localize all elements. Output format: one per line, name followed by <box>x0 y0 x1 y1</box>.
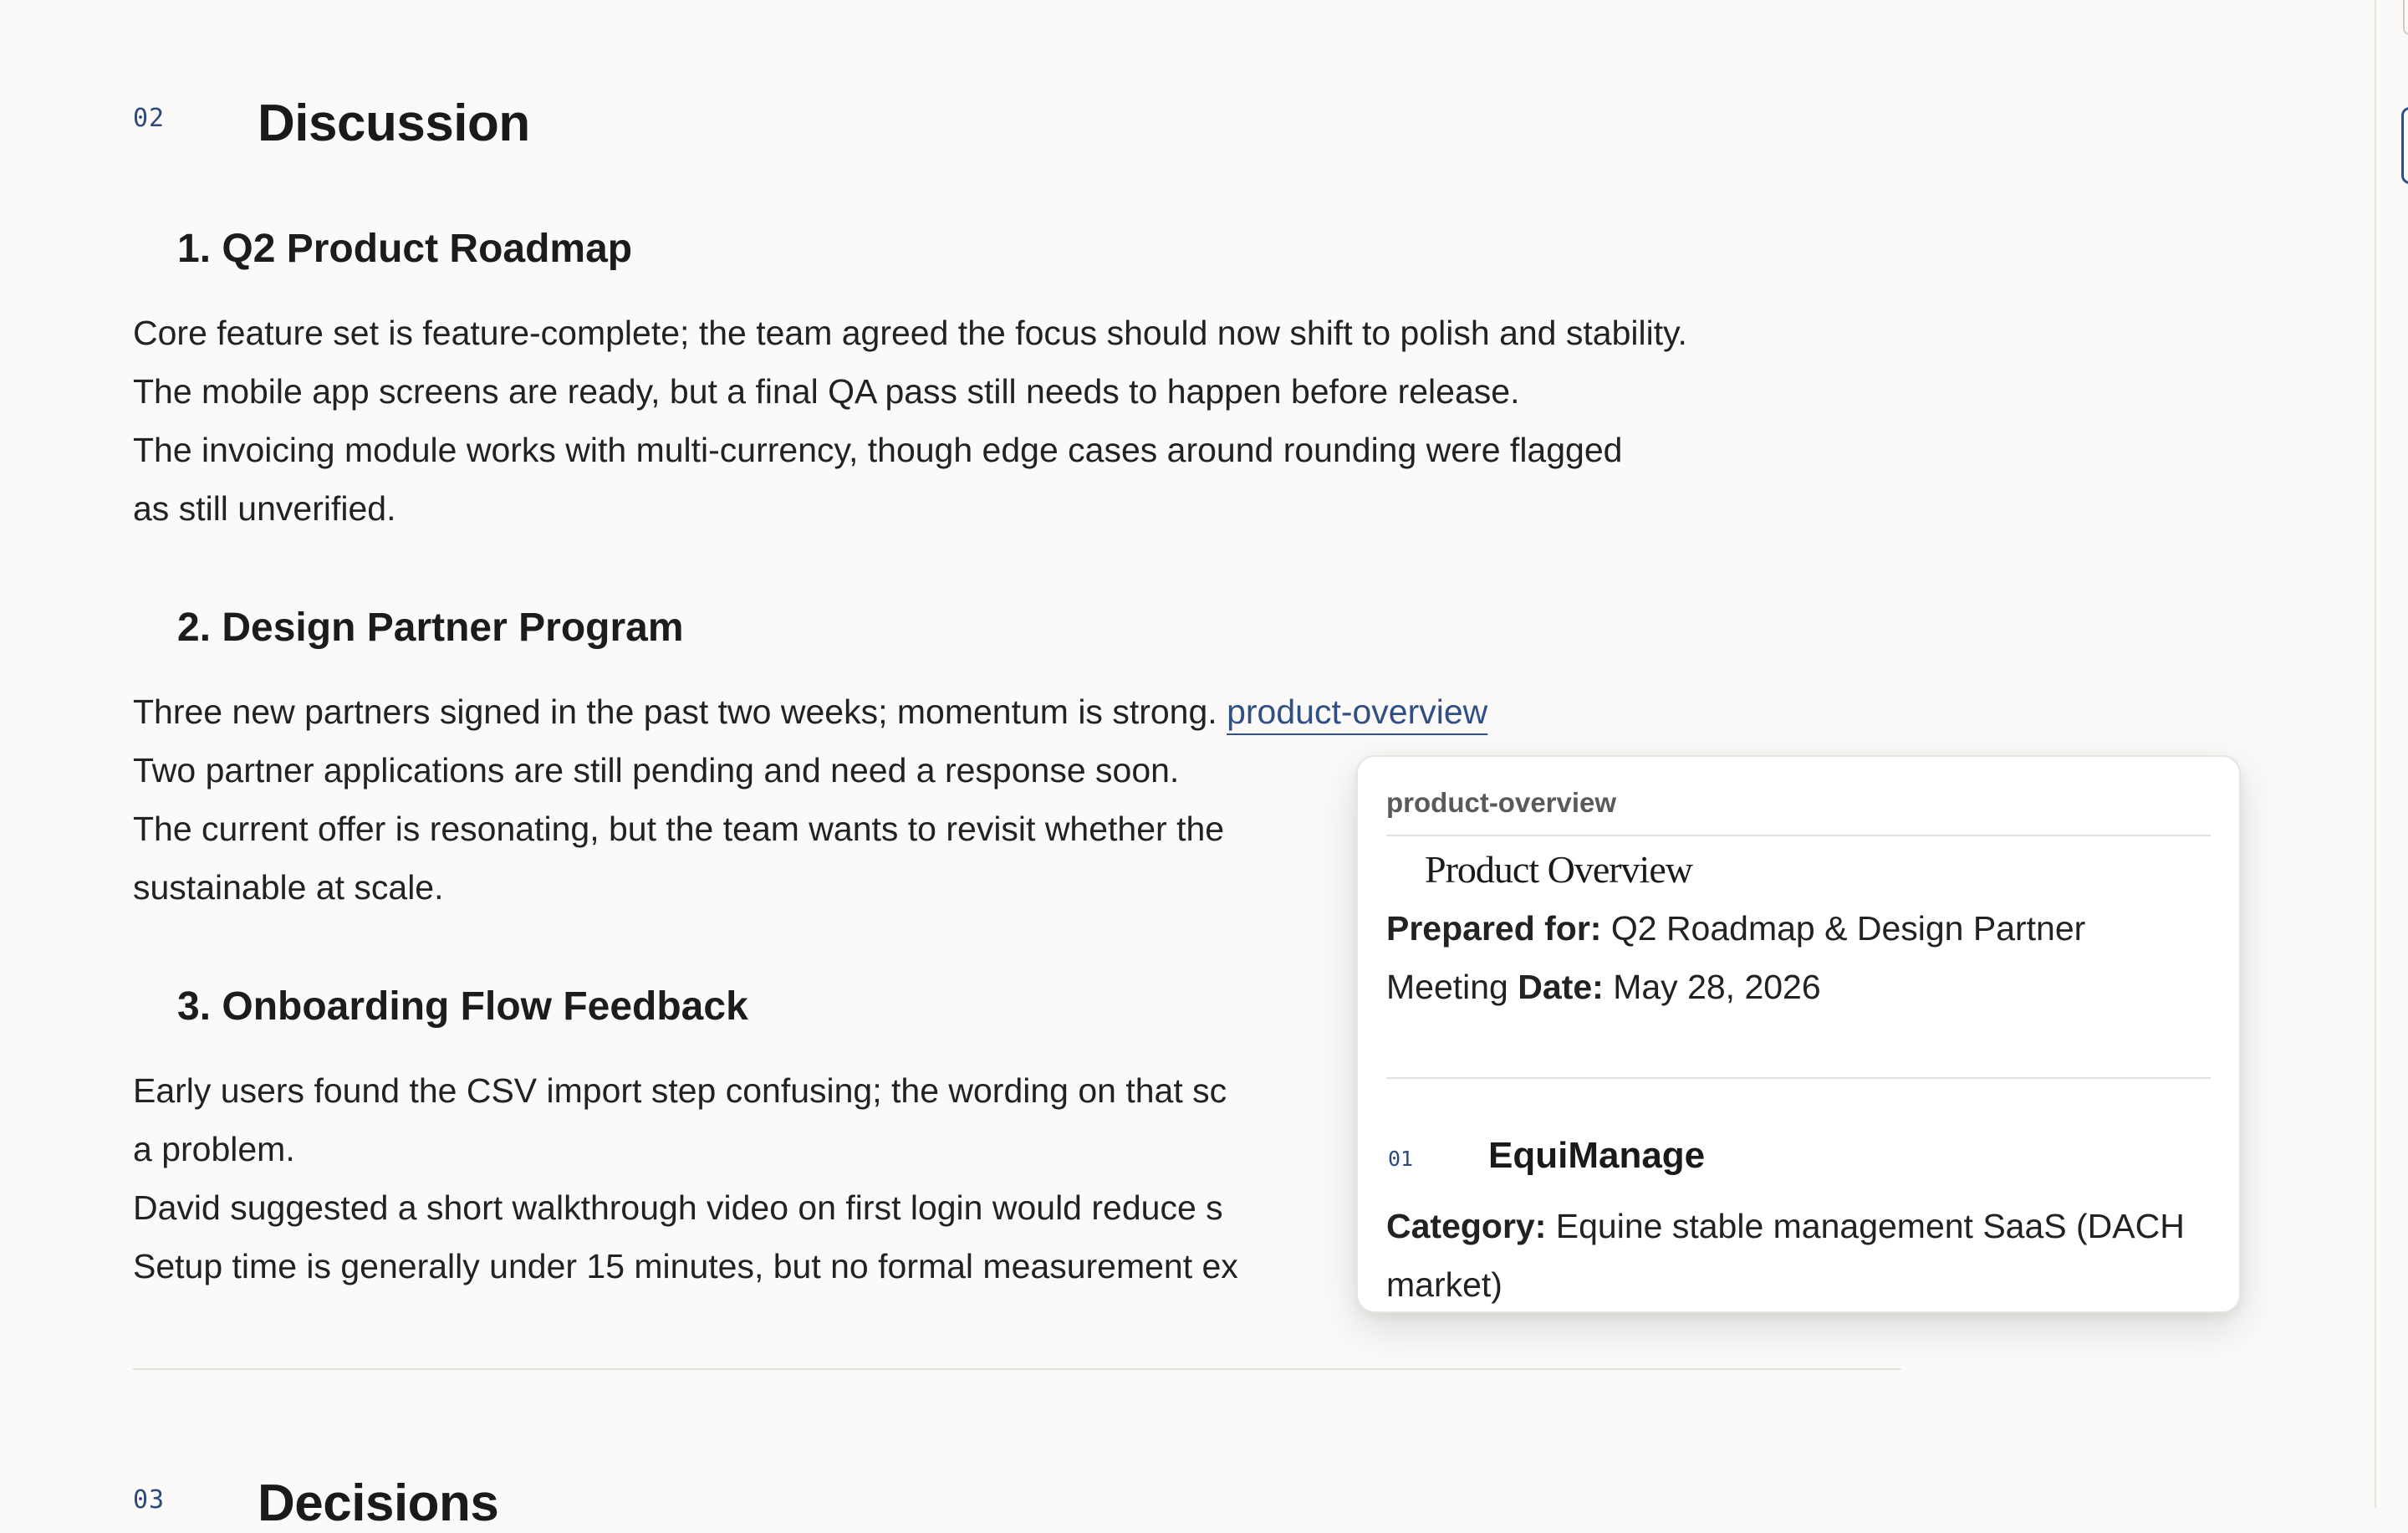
body-line: Setup time is generally under 15 minutes… <box>133 1247 1238 1285</box>
body-line: a problem. <box>133 1130 295 1168</box>
body-line: sustainable at scale. <box>133 868 444 907</box>
popover-section-number: 01 <box>1388 1147 1414 1171</box>
right-panel-border <box>2375 0 2376 1508</box>
popover-category: Category: Equine stable management SaaS … <box>1386 1197 2189 1311</box>
product-overview-link[interactable]: product-overview <box>1227 692 1487 731</box>
topic-title-design-partner: 2. Design Partner Program <box>177 606 684 650</box>
section-title-decisions: Decisions <box>258 1474 499 1532</box>
popover-divider <box>1386 1077 2211 1079</box>
body-line-text: Three new partners signed in the past tw… <box>133 692 1217 731</box>
section-number: 03 <box>133 1485 166 1515</box>
topic-body-roadmap: Core feature set is feature-complete; th… <box>133 304 1687 538</box>
topic-title-onboarding: 3. Onboarding Flow Feedback <box>177 984 748 1029</box>
link-preview-popover[interactable]: product-overview Product Overview Prepar… <box>1356 755 2241 1313</box>
section-number: 02 <box>133 104 166 133</box>
prepared-for-label: Prepared for: <box>1386 909 1602 948</box>
body-line: Early users found the CSV import step co… <box>133 1071 1227 1110</box>
body-line: David suggested a short walkthrough vide… <box>133 1188 1223 1227</box>
body-line: Core feature set is feature-complete; th… <box>133 314 1687 352</box>
popover-meta: Prepared for: Q2 Roadmap & Design Partne… <box>1386 899 2189 1016</box>
right-panel-tab[interactable] <box>2403 0 2408 35</box>
body-line: The invoicing module works with multi-cu… <box>133 431 1623 469</box>
body-line: as still unverified. <box>133 489 396 528</box>
topic-body-onboarding: Early users found the CSV import step co… <box>133 1061 1238 1295</box>
category-label: Category: <box>1386 1207 1547 1245</box>
section-divider <box>133 1368 1900 1370</box>
topic-title-roadmap: 1. Q2 Product Roadmap <box>177 227 633 271</box>
topic-body-design-partner: Three new partners signed in the past tw… <box>133 682 1487 917</box>
right-panel-toggle[interactable] <box>2401 107 2408 184</box>
popover-label: product-overview <box>1386 787 1617 818</box>
section-title-discussion: Discussion <box>258 95 530 152</box>
body-line: The mobile app screens are ready, but a … <box>133 372 1520 411</box>
body-line: The current offer is resonating, but the… <box>133 810 1225 848</box>
date-label: Date: <box>1518 968 1604 1006</box>
popover-section-title: EquiManage <box>1488 1135 1706 1176</box>
popover-doc-title: Product Overview <box>1425 848 1693 891</box>
date-value: May 28, 2026 <box>1613 968 1821 1006</box>
popover-divider <box>1386 835 2211 836</box>
body-line: Two partner applications are still pendi… <box>133 751 1180 789</box>
body-line: Three new partners signed in the past tw… <box>133 682 1487 741</box>
